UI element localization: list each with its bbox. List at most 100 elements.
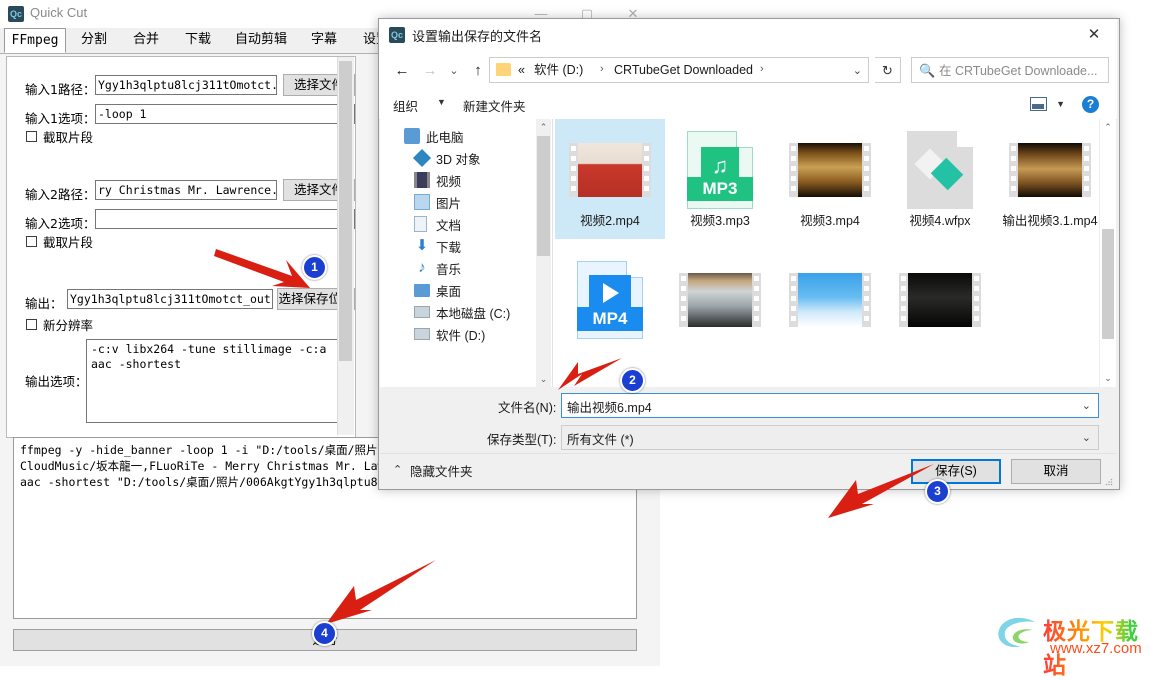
input1-options-input[interactable]: -loop 1 — [95, 104, 355, 124]
file-item[interactable] — [775, 249, 885, 369]
filetype-label: 保存类型(T): — [487, 433, 557, 447]
scroll-down-icon[interactable]: ⌄ — [1100, 370, 1116, 387]
navigation-scrollbar-thumb[interactable] — [537, 136, 550, 256]
dialog-close-icon[interactable]: ✕ — [1079, 23, 1109, 47]
nav-item-label: 下载 — [436, 241, 462, 255]
file-item[interactable]: 视频3.mp4 — [775, 119, 885, 239]
output-options-textarea[interactable]: -c:v libx264 -tune stillimage -c:a aac -… — [86, 339, 352, 423]
videos-icon — [414, 172, 430, 188]
file-item[interactable] — [665, 249, 775, 369]
output-label: 输出： — [25, 296, 63, 311]
clip1-checkbox[interactable] — [26, 131, 37, 142]
scroll-up-icon[interactable]: ⌃ — [1100, 119, 1116, 136]
nav-item-this-pc[interactable]: 此电脑 — [380, 125, 558, 147]
nav-item-label: 视频 — [436, 175, 462, 189]
cancel-button[interactable]: 取消 — [1011, 459, 1101, 484]
organize-button[interactable]: 组织 — [393, 96, 418, 115]
clip2-checkbox[interactable] — [26, 236, 37, 247]
file-item[interactable]: 输出视频3.1.mp4 — [995, 119, 1105, 239]
help-icon[interactable]: ? — [1082, 96, 1099, 113]
tab-ffmpeg[interactable]: FFmpeg — [4, 28, 66, 53]
search-placeholder: 在 CRTubeGet Downloade... — [939, 64, 1098, 78]
tab-autocut[interactable]: 自动剪辑 — [224, 28, 298, 53]
wfpx-file-icon — [899, 129, 981, 209]
nav-item-3d-objects[interactable]: 3D 对象 — [380, 147, 558, 169]
nav-item-pictures[interactable]: 图片 — [380, 191, 558, 213]
up-one-level-icon[interactable]: ↑ — [467, 60, 489, 82]
breadcrumb-root[interactable]: « — [518, 62, 525, 79]
annotation-arrow-4 — [326, 560, 436, 624]
wfpx-doc-icon — [907, 131, 973, 209]
nav-item-music[interactable]: ♪ 音乐 — [380, 257, 558, 279]
search-box[interactable]: 🔍 在 CRTubeGet Downloade... — [911, 57, 1109, 83]
hide-folders-button[interactable]: 隐藏文件夹 — [410, 461, 473, 480]
file-item[interactable] — [885, 249, 995, 369]
filetype-row: 保存类型(T): 所有文件 (*) ⌄ — [379, 423, 1117, 453]
view-chevron-down-icon[interactable]: ▼ — [1056, 99, 1065, 109]
scroll-up-icon[interactable]: ⌃ — [536, 119, 551, 135]
change-view-icon[interactable] — [1030, 97, 1047, 111]
film-strip-icon — [789, 273, 871, 327]
scroll-down-icon[interactable]: ⌄ — [536, 371, 551, 387]
nav-item-desktop[interactable]: 桌面 — [380, 279, 558, 301]
file-item[interactable]: MP4 — [555, 249, 665, 369]
breadcrumb-folder[interactable]: CRTubeGet Downloaded — [614, 62, 753, 79]
nav-item-downloads[interactable]: ⬇ 下载 — [380, 235, 558, 257]
input1-path-input[interactable]: Ygy1h3qlptu8lcj311tOmotct.jpg — [95, 75, 277, 95]
nav-item-label: 音乐 — [436, 263, 462, 277]
input2-path-input[interactable]: ry Christmas Mr. Lawrence.mp3 — [95, 180, 277, 200]
filetype-chevron-down-icon[interactable]: ⌄ — [1082, 431, 1091, 444]
filename-label: 文件名(N): — [498, 401, 557, 415]
recent-locations-chevron-icon[interactable]: ⌄ — [443, 60, 465, 82]
file-list-scrollbar[interactable]: ⌃ ⌄ — [1099, 119, 1116, 387]
dialog-navigation-bar: ← → ⌄ ↑ « 软件 (D:) › CRTubeGet Downloaded… — [379, 51, 1117, 91]
form-panel-scrollbar-thumb[interactable] — [339, 61, 352, 361]
organize-chevron-down-icon[interactable]: ▼ — [437, 97, 446, 107]
breadcrumb-separator-1: › — [600, 63, 604, 75]
forward-icon[interactable]: → — [419, 60, 441, 82]
file-name-label: 输出视频3.1.mp4 — [1002, 214, 1098, 228]
tab-split[interactable]: 分割 — [68, 28, 120, 53]
refresh-icon[interactable]: ↻ — [875, 57, 901, 83]
nav-item-videos[interactable]: 视频 — [380, 169, 558, 191]
tab-subtitle[interactable]: 字幕 — [298, 28, 350, 53]
breadcrumb-drive[interactable]: 软件 (D:) — [534, 62, 583, 79]
step-badge-1: 1 — [302, 255, 327, 280]
nav-item-label: 此电脑 — [426, 131, 464, 145]
nav-item-label: 桌面 — [436, 285, 462, 299]
filename-chevron-down-icon[interactable]: ⌄ — [1082, 399, 1091, 412]
search-icon: 🔍 — [919, 63, 936, 78]
mp4-doc-icon: MP4 — [577, 261, 643, 339]
back-icon[interactable]: ← — [391, 60, 413, 82]
hide-folders-chevron-up-icon[interactable]: ⌃ — [393, 463, 402, 476]
nav-item-label: 3D 对象 — [436, 153, 481, 167]
form-panel-scrollbar[interactable] — [337, 57, 354, 435]
breadcrumb-separator-2: › — [760, 63, 764, 75]
nav-item-software-d[interactable]: 软件 (D:) — [380, 323, 558, 345]
video-thumbnail — [569, 129, 651, 209]
dialog-command-bar: 组织 ▼ 新建文件夹 ▼ ? — [379, 91, 1117, 120]
new-resolution-checkbox[interactable] — [26, 319, 37, 330]
navigation-pane: 此电脑 3D 对象 视频 图片 文档 ⬇ 下载 ♪ 音乐 桌面 本地磁盘 (C:… — [380, 119, 558, 387]
folder-icon — [496, 63, 511, 76]
mp4-file-icon: MP4 — [569, 259, 651, 339]
file-item[interactable]: 视频4.wfpx — [885, 119, 995, 239]
resize-grip-icon[interactable] — [1105, 478, 1113, 486]
filename-input[interactable]: 输出视频6.mp4 ⌄ — [561, 393, 1099, 418]
play-icon — [603, 283, 619, 303]
tab-merge[interactable]: 合并 — [120, 28, 172, 53]
file-item[interactable]: 视频2.mp4 — [555, 119, 665, 239]
input2-options-input[interactable] — [95, 209, 355, 229]
file-list-scrollbar-thumb[interactable] — [1102, 229, 1114, 339]
address-bar[interactable]: « 软件 (D:) › CRTubeGet Downloaded › ⌄ — [489, 57, 869, 83]
clip1-label: 截取片段 — [43, 130, 94, 145]
nav-item-local-disk-c[interactable]: 本地磁盘 (C:) — [380, 301, 558, 323]
address-dropdown-chevron-icon[interactable]: ⌄ — [853, 64, 862, 77]
tab-download[interactable]: 下载 — [172, 28, 224, 53]
filetype-select[interactable]: 所有文件 (*) ⌄ — [561, 425, 1099, 450]
nav-item-documents[interactable]: 文档 — [380, 213, 558, 235]
new-folder-button[interactable]: 新建文件夹 — [463, 96, 526, 115]
file-item[interactable]: ♫ MP3 视频3.mp3 — [665, 119, 775, 239]
app-logo-icon: Qc — [8, 6, 24, 22]
navigation-pane-scrollbar[interactable]: ⌃ ⌄ — [536, 119, 551, 387]
